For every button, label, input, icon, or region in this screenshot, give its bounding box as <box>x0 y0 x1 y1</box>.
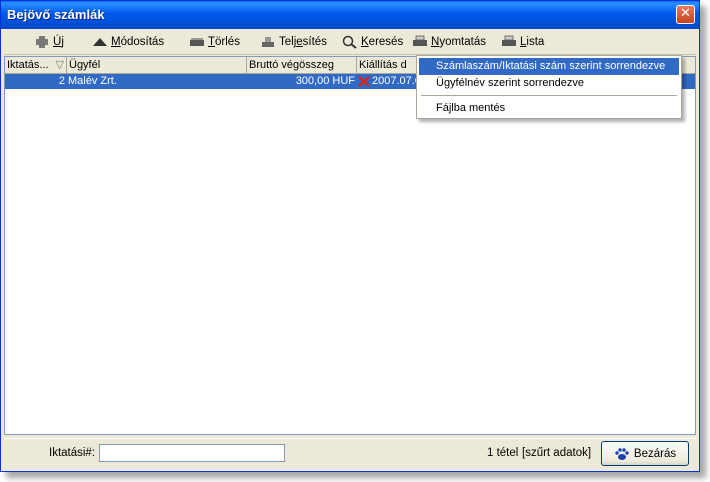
edit-icon <box>93 38 107 46</box>
row-id: 2 <box>58 75 65 87</box>
column-header-id[interactable]: Iktatás... ▽ <box>5 57 67 73</box>
status-bar: Iktatási#: 1 tétel [szűrt adatok] Bezárá… <box>4 438 696 471</box>
stamp-icon <box>262 37 274 47</box>
sort-desc-icon: ▽ <box>55 59 64 71</box>
filter-label: Iktatási#: <box>49 447 96 459</box>
paw-icon <box>615 447 629 460</box>
column-header-client[interactable]: Ügyfél <box>67 57 247 73</box>
printer-icon <box>413 35 427 46</box>
filtered-indicator: [szűrt adatok] <box>522 447 592 459</box>
list-printer-icon <box>502 35 516 46</box>
column-header-gross[interactable]: Bruttó végösszeg <box>247 57 357 73</box>
print-button[interactable]: Nyomtatás <box>412 34 486 50</box>
sort-context-menu: Számlaszám/Iktatási szám szerint sorrend… <box>416 55 682 119</box>
menu-item-sort-by-number[interactable]: Számlaszám/Iktatási szám szerint sorrend… <box>419 58 679 75</box>
window-title: Bejövő számlák <box>7 7 105 22</box>
new-button[interactable]: Új <box>34 34 64 50</box>
menu-item-sort-by-client[interactable]: Ügyfélnév szerint sorrendezve <box>419 75 679 92</box>
add-icon <box>36 36 48 48</box>
search-icon <box>342 35 357 49</box>
row-gross: 300,00 HUF <box>295 75 355 87</box>
menu-separator <box>421 95 677 96</box>
close-window-button[interactable]: ✕ <box>676 5 695 24</box>
toolbar: Új Módosítás Törlés Teljesítés Keresés N… <box>4 30 696 55</box>
close-button-label: Bezárás <box>633 447 677 460</box>
delete-icon <box>190 38 204 46</box>
filter-input[interactable] <box>99 444 285 462</box>
list-button[interactable]: Lista <box>501 34 544 50</box>
record-count: 1 tétel <box>487 447 519 459</box>
title-bar[interactable]: Bejövő számlák ✕ <box>1 1 699 29</box>
row-client: Malév Zrt. <box>68 75 117 87</box>
delete-button[interactable]: Törlés <box>189 34 240 50</box>
edit-button[interactable]: Módosítás <box>92 34 164 50</box>
red-x-icon <box>358 76 370 87</box>
search-button[interactable]: Keresés <box>342 34 403 50</box>
menu-item-save-to-file[interactable]: Fájlba mentés <box>419 100 679 117</box>
close-button[interactable]: Bezárás <box>601 441 689 466</box>
fulfill-button[interactable]: Teljesítés <box>260 34 327 50</box>
